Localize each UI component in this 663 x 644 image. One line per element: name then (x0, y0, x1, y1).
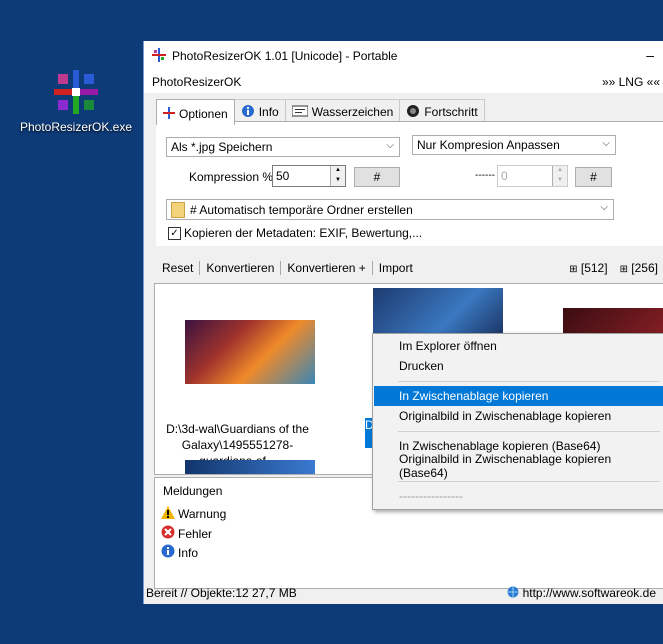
spinner-buttons[interactable]: ▲ ▼ (330, 166, 345, 186)
error-label: Fehler (178, 526, 213, 541)
menu-bar: PhotoResizerOK »» LNG «« (144, 71, 663, 93)
folder-option-value: # Automatisch temporäre Ordner erstellen (190, 202, 413, 217)
context-menu: Im Explorer öffnen Drucken In Zwischenab… (372, 333, 663, 510)
menu-print[interactable]: Drucken (374, 356, 663, 376)
convert-button[interactable]: Konvertieren (200, 261, 282, 275)
menu-language[interactable]: »» LNG «« (602, 75, 660, 89)
metadata-checkbox-row[interactable]: ✓ Kopieren der Metadaten: EXIF, Bewertun… (168, 226, 422, 240)
menu-copy-original-base64[interactable]: Originalbild in Zwischenablage kopieren … (374, 452, 663, 480)
minimize-button[interactable]: – (646, 47, 654, 63)
secondary-value: 0 (501, 169, 508, 183)
chevron-down-icon: ⌵ (602, 138, 610, 149)
warning-label: Warnung (178, 507, 227, 521)
spinner-buttons[interactable]: ▲ ▼ (552, 166, 567, 186)
hash-button-2[interactable]: # (575, 167, 612, 187)
compression-spinner[interactable]: 50 ▲ ▼ (272, 165, 346, 187)
message-error[interactable]: Fehler (161, 525, 212, 542)
convert-plus-button[interactable]: Konvertieren + (281, 261, 373, 275)
compression-mode-value: Nur Kompresion Anpassen (417, 138, 560, 152)
size-512-label: [512] (580, 261, 608, 275)
chevron-down-icon: ⌵ (600, 202, 608, 213)
progress-icon (406, 104, 420, 121)
info-label: Info (178, 545, 199, 560)
status-text: Bereit // Objekte:12 27,7 MB (146, 586, 297, 600)
folder-option-select[interactable]: # Automatisch temporäre Ordner erstellen… (166, 199, 614, 220)
menu-open-explorer[interactable]: Im Explorer öffnen (374, 336, 663, 356)
hash-button[interactable]: # (354, 167, 400, 187)
tab-fortschritt[interactable]: Fortschritt (399, 99, 485, 121)
globe-icon (507, 586, 519, 601)
metadata-checkbox-label: Kopieren der Metadaten: EXIF, Bewertung,… (184, 226, 423, 240)
menu-disabled-item: ---------------- (399, 489, 463, 503)
tab-wasserzeichen[interactable]: Wasserzeichen (284, 99, 401, 121)
app-title-icon (152, 47, 166, 65)
info-icon (161, 544, 175, 561)
thumbnail-size-controls: ⊞ [512] ⊞ [256] (569, 261, 658, 275)
resize-icon: ⊞ (619, 264, 628, 275)
window-title: PhotoResizerOK 1.01 [Unicode] - Portable (172, 49, 398, 63)
secondary-spinner[interactable]: 0 ▲ ▼ (497, 165, 568, 187)
thumbnail-image[interactable] (563, 308, 663, 336)
save-format-select[interactable]: Als *.jpg Speichern ⌵ (166, 137, 400, 157)
status-bar: Bereit // Objekte:12 27,7 MB http://www.… (144, 583, 663, 603)
import-button[interactable]: Import (373, 261, 419, 275)
menu-separator (398, 381, 660, 382)
options-icon (163, 106, 175, 122)
size-512-button[interactable]: ⊞ [512] (569, 261, 607, 275)
website-link[interactable]: http://www.softwareok.de (507, 586, 656, 601)
info-icon (241, 104, 255, 121)
thumbnail-image[interactable] (185, 460, 315, 474)
tab-label: Info (258, 105, 279, 119)
error-icon (161, 525, 175, 542)
desktop-icon-label: PhotoResizerOK.exe (19, 120, 133, 134)
menu-separator (398, 431, 660, 432)
reset-button[interactable]: Reset (156, 261, 201, 275)
size-256-button[interactable]: ⊞ [256] (620, 261, 658, 275)
caption-line-1: D:\3d-wal\Guardians of the (166, 422, 309, 436)
title-bar[interactable]: PhotoResizerOK 1.01 [Unicode] - Portable… (144, 41, 663, 71)
chevron-down-icon: ⌵ (386, 140, 394, 151)
desktop-icon-photoresizer[interactable]: PhotoResizerOK.exe (14, 70, 138, 134)
menu-app[interactable]: PhotoResizerOK (152, 75, 241, 89)
photoresizer-app-icon (54, 70, 98, 114)
options-panel: Als *.jpg Speichern ⌵ Nur Kompresion Anp… (156, 121, 663, 246)
compression-label: Kompression %: (189, 170, 277, 184)
menu-copy-original[interactable]: Originalbild in Zwischenablage kopieren (374, 406, 663, 426)
tab-strip: Optionen Info Wasserzeichen Fortschritt (156, 99, 485, 125)
menu-separator (398, 481, 660, 482)
message-warning[interactable]: Warnung (161, 506, 226, 522)
thumbnail-image[interactable] (185, 320, 315, 384)
tab-info[interactable]: Info (233, 99, 286, 121)
resize-icon: ⊞ (569, 264, 578, 275)
checkbox-checked-icon[interactable]: ✓ (168, 226, 181, 240)
thumbnail-image-selected[interactable] (373, 288, 503, 338)
warning-icon (161, 506, 175, 522)
save-format-value: Als *.jpg Speichern (171, 140, 273, 154)
tab-label: Wasserzeichen (311, 105, 394, 119)
size-256-label: [256] (631, 261, 658, 275)
compression-value: 50 (276, 169, 290, 183)
compression-mode-select[interactable]: Nur Kompresion Anpassen ⌵ (412, 135, 616, 155)
tab-optionen[interactable]: Optionen (156, 99, 235, 125)
messages-header: Meldungen (163, 484, 223, 498)
tab-label: Fortschritt (424, 105, 478, 119)
message-info[interactable]: Info (161, 544, 198, 561)
menu-copy-clipboard[interactable]: In Zwischenablage kopieren (374, 386, 663, 406)
watermark-icon (291, 105, 309, 120)
tab-label: Optionen (179, 107, 228, 121)
app-window: PhotoResizerOK 1.01 [Unicode] - Portable… (143, 41, 663, 604)
website-url: http://www.softwareok.de (522, 586, 656, 600)
folder-icon (171, 201, 185, 218)
secondary-label: ------ (475, 170, 495, 181)
